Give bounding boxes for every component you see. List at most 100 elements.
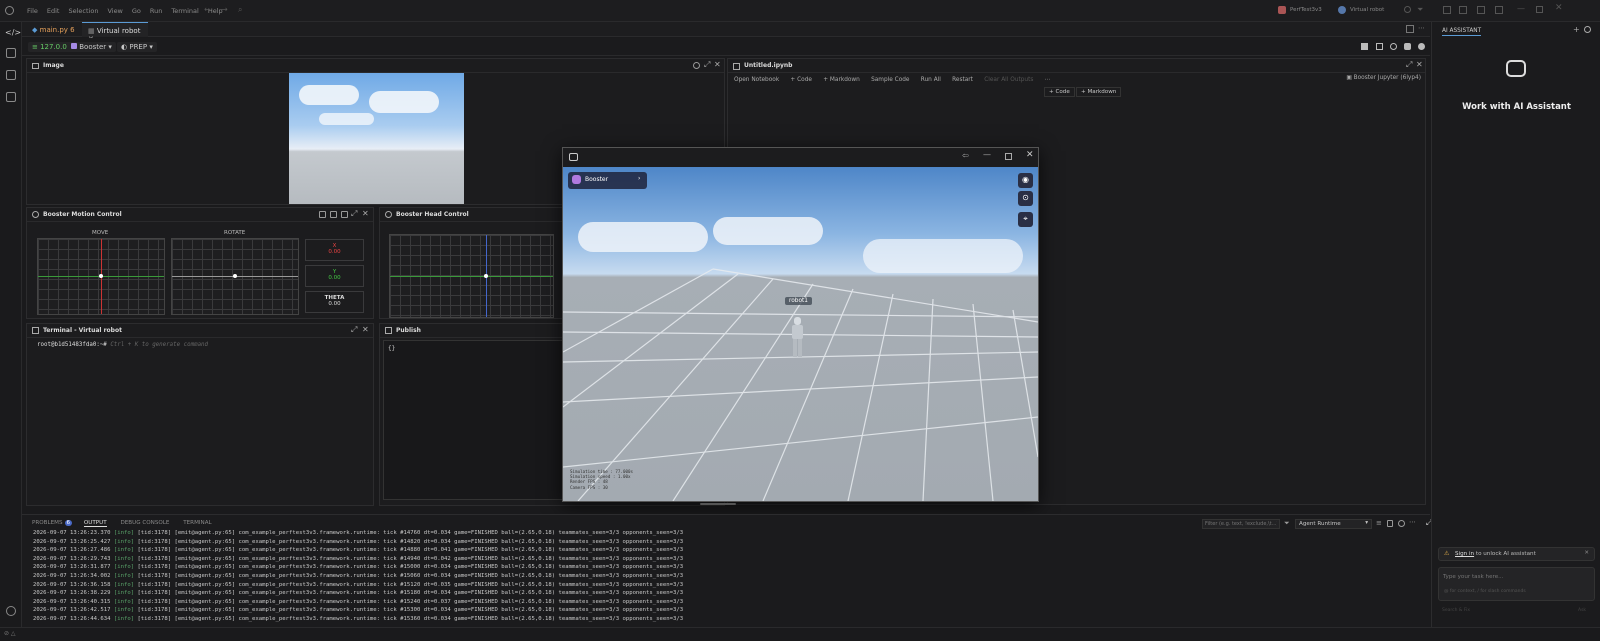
assistant-input-box[interactable]: @ for context, / for slash commands [1438,567,1595,601]
record-icon[interactable]: ◉ [1018,173,1033,188]
pin-icon[interactable]: ⇦ [962,151,969,160]
assistant-input[interactable] [1443,572,1591,581]
robot-model[interactable] [790,317,805,359]
more-icon[interactable]: ⋯ [1418,24,1425,32]
move-joystick[interactable] [37,238,165,315]
menu-selection[interactable]: Selection [68,7,98,15]
close-icon[interactable]: ✕ [362,325,369,334]
tab-main-py[interactable]: ◆ main.py 6 [22,22,80,37]
output-channel-select[interactable]: Agent Runtime ▾ [1295,519,1372,529]
open-notebook-button[interactable]: Open Notebook [734,77,779,83]
restart-button[interactable]: Restart [952,77,973,83]
layout-icon[interactable] [1443,6,1451,14]
output-filter-input[interactable] [1202,519,1280,529]
editor-tabs: ◆ main.py 6 ▦ Virtual robot ✕ ⋯ [22,22,1430,43]
mode-select[interactable]: ◐ PREP ▾ [117,42,157,52]
signin-link[interactable]: Sign in [1455,551,1474,557]
ai-assistant-tab[interactable]: AI ASSISTANT [1442,28,1482,36]
layout-grid-icon[interactable] [1361,43,1368,50]
add-markdown-button[interactable]: + Markdown [823,77,860,83]
panel-toggle-icon[interactable] [1477,6,1485,14]
minimize-icon[interactable]: — [983,150,991,159]
inline-add-markdown-button[interactable]: + Markdown [1076,87,1122,97]
sample-code-button[interactable]: Sample Code [871,77,909,83]
monitor-icon[interactable] [6,92,16,102]
menu-edit[interactable]: Edit [47,7,60,15]
joystick-knob[interactable] [484,274,488,278]
expand-icon[interactable]: ⤢ [351,209,357,219]
minimize-icon[interactable]: — [1517,4,1525,13]
camera-icon[interactable]: ⌖ [1018,212,1033,227]
target-icon[interactable] [1390,43,1397,50]
robot-selector[interactable]: Booster › [568,172,647,189]
nav-forward-icon[interactable]: → [221,5,228,14]
secondary-sidebar-icon[interactable] [1495,6,1503,14]
maximize-icon[interactable] [1005,153,1012,160]
expand-icon[interactable]: ⤢ [351,325,357,335]
close-icon[interactable]: ✕ [362,209,369,218]
menu-terminal[interactable]: Terminal [171,7,198,15]
robot-name[interactable]: Virtual robot [1350,7,1384,13]
run-all-button[interactable]: Run All [921,77,941,83]
more-icon[interactable]: ⋯ [1409,518,1416,526]
close-icon[interactable]: ✕ [1416,60,1423,69]
fullscreen-icon[interactable] [341,211,348,218]
menu-view[interactable]: View [107,7,122,15]
robot-select[interactable]: Booster ▾ [67,42,116,52]
filter-icon[interactable]: ⏷ [1284,519,1290,528]
head-joystick[interactable] [389,234,554,318]
menu-go[interactable]: Go [132,7,141,15]
window-close-icon[interactable]: ✕ [1555,3,1563,13]
assistant-footer[interactable]: Search & Fix [1442,608,1470,613]
kernel-select[interactable]: ▣ Booster Jupyter (6lyp4) [1346,75,1421,81]
assistant-ask[interactable]: Ask [1578,608,1586,613]
search-icon[interactable]: ⌕ [238,5,242,15]
close-icon[interactable]: ✕ [1026,150,1034,160]
menu-file[interactable]: File [27,7,38,15]
list-icon[interactable] [1376,43,1383,50]
close-icon[interactable]: ✕ [714,60,721,69]
sidebar-toggle-icon[interactable] [1459,6,1467,14]
panel-settings-icon[interactable] [693,62,700,69]
chat-icon[interactable] [6,48,16,58]
terminal-input[interactable]: root@b1d51483fda0:~# Ctrl + K to generat… [37,342,208,348]
tab-problems[interactable]: PROBLEMS [32,520,63,526]
joystick-knob[interactable] [233,274,237,278]
keyboard-icon[interactable] [330,211,337,218]
code-icon[interactable]: </> [5,28,21,37]
inline-add-code-button[interactable]: + Code [1044,87,1075,97]
split-editor-icon[interactable] [1406,25,1414,33]
expand-icon[interactable]: ⤢ [704,60,710,70]
clear-outputs-button[interactable]: Clear All Outputs [984,77,1033,83]
remote-icon[interactable]: ⊘ △ [4,630,16,637]
close-icon[interactable]: ✕ [1584,550,1589,556]
book-icon[interactable] [6,70,16,80]
project-name[interactable]: PerfTest3v3 [1290,7,1322,13]
maximize-icon[interactable] [1536,6,1543,13]
expand-icon[interactable]: ⤢ [1406,60,1412,70]
panel-layout-icon[interactable] [319,211,326,218]
tab-debug-console[interactable]: DEBUG CONSOLE [120,520,169,526]
nav-back-icon[interactable]: ← [204,5,211,14]
more-icon[interactable]: ⋯ [1045,77,1051,83]
panel-sash[interactable] [700,503,736,505]
lock-icon[interactable] [1387,520,1393,527]
new-chat-icon[interactable]: + [1573,25,1580,34]
tab-output[interactable]: OUTPUT [83,520,107,527]
menu-run[interactable]: Run [150,7,162,15]
settings-gear-icon[interactable] [6,606,16,616]
add-code-button[interactable]: + Code [790,77,812,83]
history-icon[interactable] [1584,26,1591,33]
rotate-joystick[interactable] [171,238,299,315]
filter-icon[interactable]: ⏷ [1417,5,1423,15]
output-settings-icon[interactable] [1398,520,1405,527]
joystick-knob[interactable] [99,274,103,278]
toolbar-settings-icon[interactable] [1418,43,1425,50]
clear-output-icon[interactable]: ≡ [1376,519,1382,527]
plugin-icon[interactable] [1404,43,1411,50]
reset-icon[interactable]: ⊙ [1018,191,1033,206]
tab-terminal[interactable]: TERMINAL [183,520,211,526]
sim-viewport[interactable]: Booster › ◉ ⊙ ⌖ robot1 Simulation time :… [563,167,1038,501]
settings-icon[interactable] [1404,6,1411,13]
tab-virtual-robot[interactable]: ▦ Virtual robot ✕ [82,22,148,43]
